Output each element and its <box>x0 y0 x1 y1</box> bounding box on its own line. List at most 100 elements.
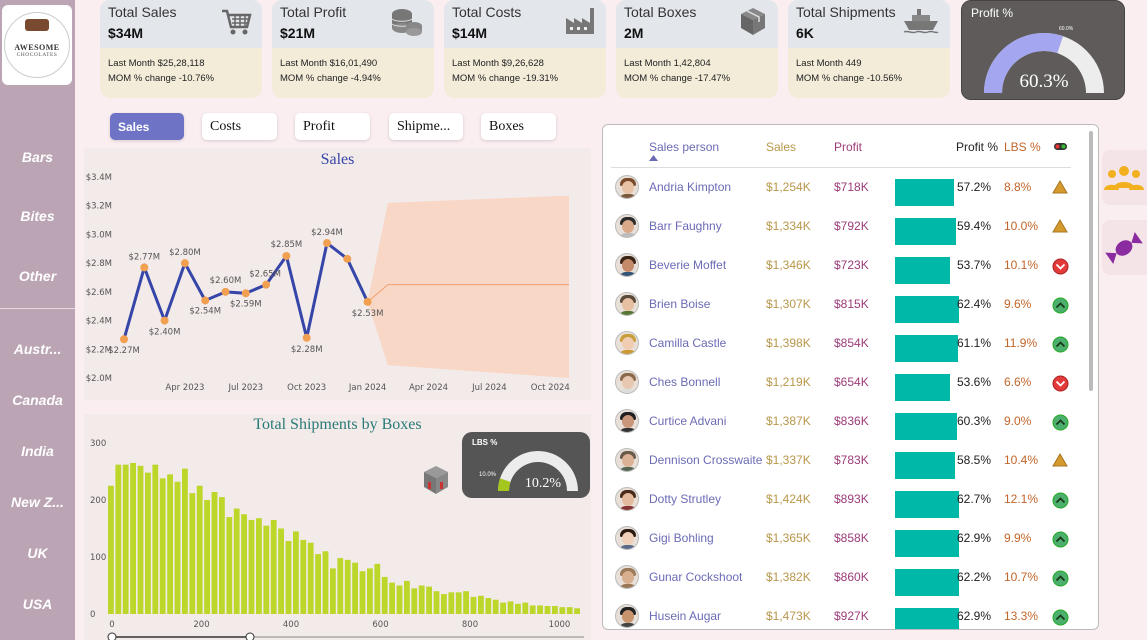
y-tick-label: 100 <box>90 553 106 563</box>
cell-profit-pct: 57.2% <box>957 180 992 194</box>
avatar <box>615 370 639 394</box>
sidebar-item-usa[interactable]: USA <box>0 596 75 612</box>
bar <box>219 497 225 614</box>
bar <box>441 594 447 614</box>
table-row[interactable]: Brien Boise $1,307K $815K 62.4% 9.6% <box>603 285 1083 324</box>
data-point <box>180 259 189 268</box>
profit-pct-bar <box>895 569 959 596</box>
y-tick-label: $3.2M <box>86 202 112 212</box>
avatar <box>615 526 639 550</box>
ship-icon <box>903 9 939 34</box>
sidebar-item-other[interactable]: Other <box>0 268 75 284</box>
kpi-last-month: Last Month $25,28,118 <box>108 58 205 69</box>
range-slider-handle-end[interactable] <box>245 632 255 640</box>
profit-pct-bar <box>895 257 950 284</box>
cell-profit-pct: 62.4% <box>957 297 992 311</box>
factory-icon <box>566 8 594 34</box>
table-row[interactable]: Gunar Cockshoot $1,382K $860K 62.2% 10.7% <box>603 558 1083 597</box>
cell-profit-pct: 62.2% <box>957 570 992 584</box>
data-point <box>140 263 149 272</box>
table-row[interactable]: Husein Augar $1,473K $927K 62.9% 13.3% <box>603 597 1083 629</box>
table-row[interactable]: Andria Kimpton $1,254K $718K 57.2% 8.8% <box>603 168 1083 207</box>
data-point <box>302 333 311 342</box>
kpi-mom: MOM % change -19.31% <box>452 73 559 84</box>
candy-icon <box>1105 231 1143 265</box>
sidebar-item-australia[interactable]: Austr... <box>0 341 75 357</box>
avatar <box>615 175 639 199</box>
data-label: $2.80M <box>169 248 201 258</box>
avatar <box>615 331 639 355</box>
candy-button[interactable] <box>1102 220 1147 275</box>
tab-boxes[interactable]: Boxes <box>481 113 556 140</box>
sales-line-chart[interactable]: $3.4M$3.2M$3.0M$2.8M$2.6M$2.4M$2.2M$2.0M… <box>84 148 591 400</box>
profit-pct-bar <box>895 491 959 518</box>
bar <box>426 586 432 614</box>
x-tick-label: Oct 2024 <box>531 383 570 393</box>
bar <box>389 582 395 614</box>
cell-sales: $1,382K <box>766 570 811 584</box>
y-tick-label: $2.4M <box>86 317 112 327</box>
data-label: $2.27M <box>108 346 140 356</box>
table-row[interactable]: Camilla Castle $1,398K $854K 61.1% 11.9% <box>603 324 1083 363</box>
profit-pct-bar <box>895 608 959 629</box>
kpi-last-month: Last Month $9,26,628 <box>452 58 544 69</box>
avatar <box>615 214 639 238</box>
sidebar-item-india[interactable]: India <box>0 443 75 459</box>
table-row[interactable]: Dennison Crosswaite $1,337K $783K 58.5% 10.4… <box>603 441 1083 480</box>
cell-profit-pct: 62.9% <box>957 531 992 545</box>
avatar <box>615 604 639 628</box>
data-point <box>160 316 169 325</box>
people-button[interactable] <box>1102 150 1147 205</box>
table-row[interactable]: Barr Faughny $1,334K $792K 59.4% 10.0% <box>603 207 1083 246</box>
data-label: $2.53M <box>352 309 384 319</box>
col-header-name[interactable]: Sales person <box>649 140 719 154</box>
tab-costs[interactable]: Costs <box>202 113 277 140</box>
sidebar-item-uk[interactable]: UK <box>0 545 75 561</box>
kpi-card-profit: Total Profit $21M Last Month $16,01,490 MO… <box>272 0 434 98</box>
tab-shipments[interactable]: Shipme... <box>389 113 463 140</box>
kpi-mom: MOM % change -10.76% <box>108 73 215 84</box>
bar <box>559 607 566 614</box>
tab-profit[interactable]: Profit <box>295 113 370 140</box>
table-scrollbar[interactable] <box>1089 131 1093 391</box>
col-header-sales[interactable]: Sales <box>766 140 796 154</box>
table-row[interactable]: Gigi Bohling $1,365K $858K 62.9% 9.9% <box>603 519 1083 558</box>
data-point <box>343 254 352 263</box>
cell-profit-pct: 62.9% <box>957 609 992 623</box>
cell-name: Dotty Strutley <box>649 492 722 506</box>
col-header-profit-pct[interactable]: Profit % <box>956 140 998 154</box>
profit-pct-bar <box>895 218 956 245</box>
sidebar-item-bites[interactable]: Bites <box>0 208 75 224</box>
sidebar-item-canada[interactable]: Canada <box>0 392 75 408</box>
sidebar-item-new-zealand[interactable]: New Z... <box>0 494 75 510</box>
people-icon <box>1104 166 1144 190</box>
col-header-profit[interactable]: Profit <box>834 140 862 154</box>
bar <box>463 591 469 614</box>
range-slider-handle-start[interactable] <box>107 632 117 640</box>
bar <box>374 563 381 614</box>
bar <box>167 474 173 614</box>
cell-profit-pct: 59.4% <box>957 219 992 233</box>
x-tick-label: Oct 2023 <box>287 383 326 393</box>
tab-sales[interactable]: Sales <box>110 113 184 140</box>
logo-line1: AWESOME <box>14 42 60 52</box>
profit-gauge-card: Profit % 60.0% 60.3% <box>961 0 1125 100</box>
table-row[interactable]: Curtice Advani $1,387K $836K 60.3% 9.0% <box>603 402 1083 441</box>
table-row[interactable]: Ches Bonnell $1,219K $654K 53.6% 6.6% <box>603 363 1083 402</box>
logo-line2: CHOCOLATES <box>16 51 58 58</box>
bar <box>293 531 299 614</box>
cell-name: Dennison Crosswaite <box>649 453 763 467</box>
col-header-lbs-pct[interactable]: LBS % <box>1004 140 1041 154</box>
sidebar-item-bars[interactable]: Bars <box>0 149 75 165</box>
sort-asc-icon[interactable] <box>649 155 658 161</box>
bar <box>529 605 536 614</box>
table-row[interactable]: Beverie Moffet $1,346K $723K 53.7% 10.1% <box>603 246 1083 285</box>
bar <box>130 462 136 614</box>
cell-profit: $723K <box>834 258 869 272</box>
bar <box>189 493 196 614</box>
cell-lbs-pct: 10.4% <box>1004 453 1039 467</box>
x-tick-label: 0 <box>109 620 114 630</box>
profit-pct-bar <box>895 374 950 401</box>
y-tick-label: 0 <box>90 610 95 620</box>
table-row[interactable]: Dotty Strutley $1,424K $893K 62.7% 12.1% <box>603 480 1083 519</box>
